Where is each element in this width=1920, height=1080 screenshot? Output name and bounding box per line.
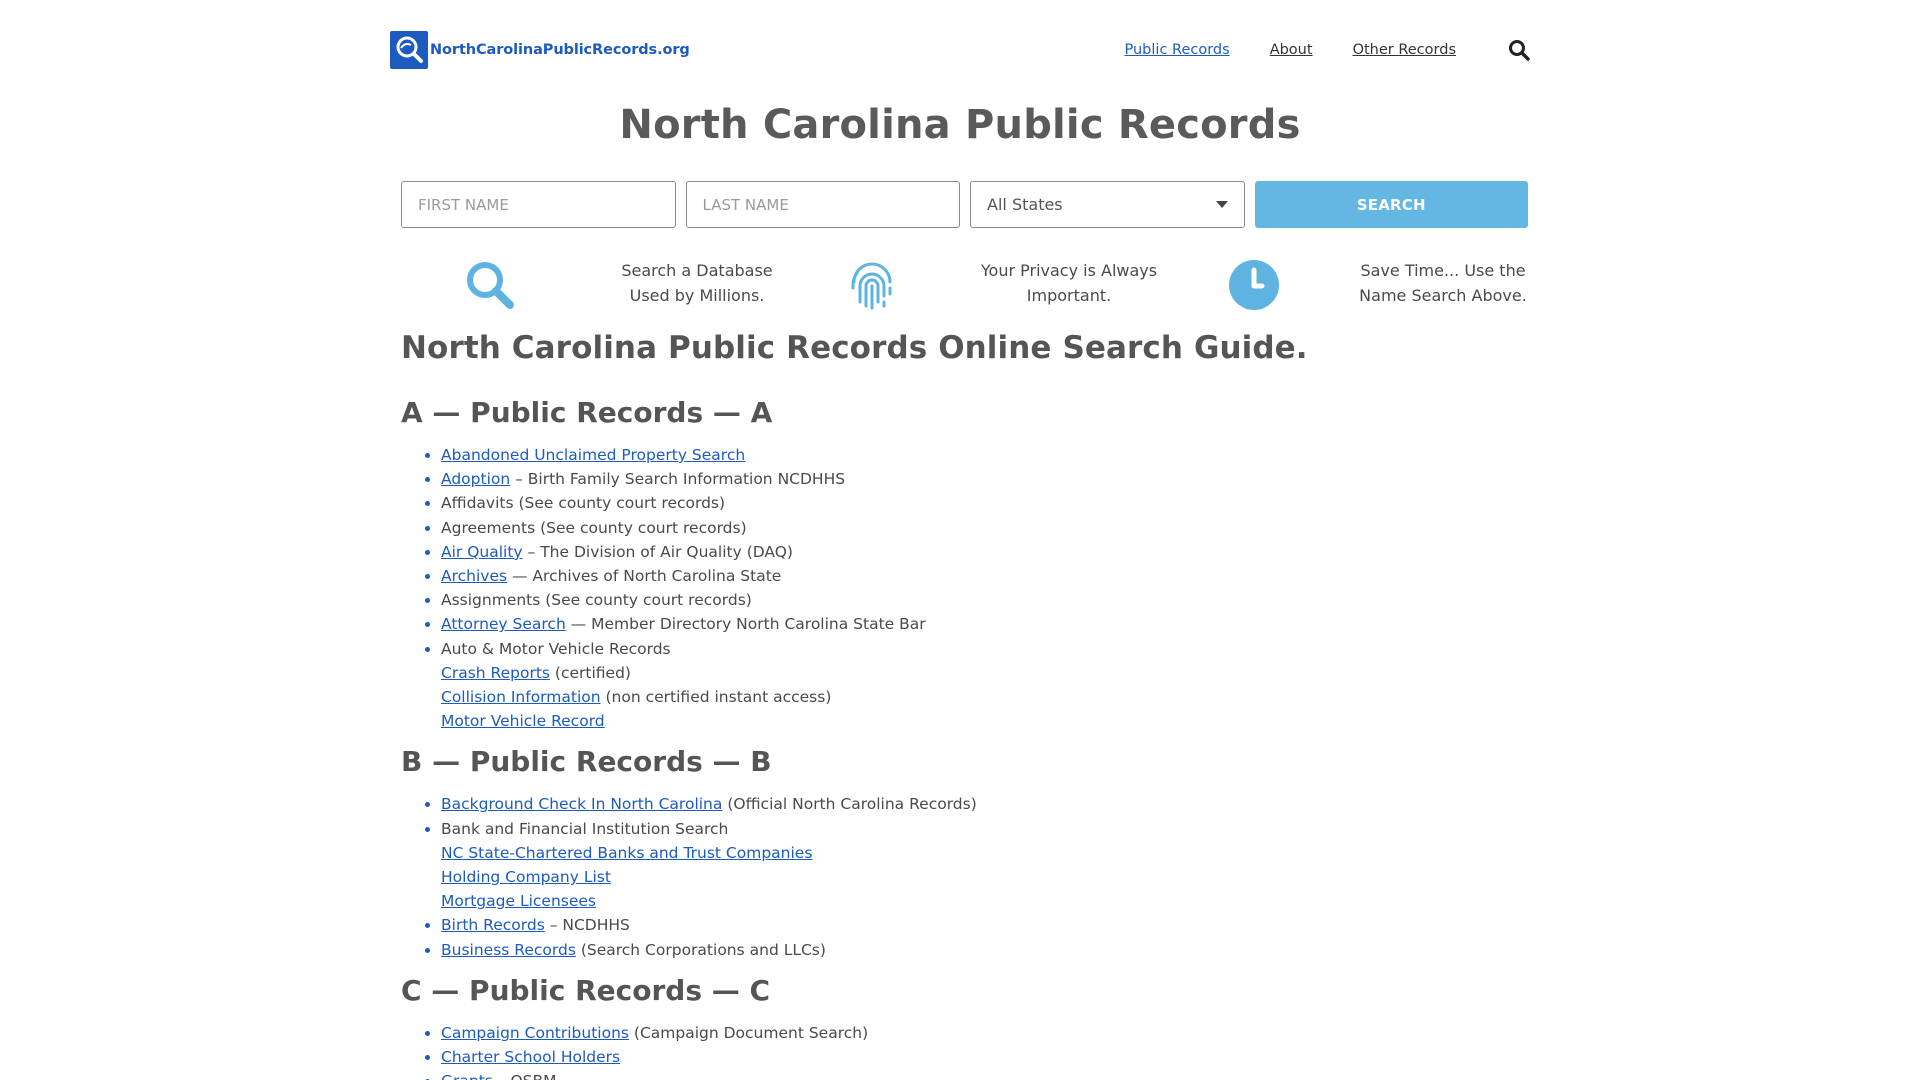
logo-icon [390, 31, 428, 69]
list-item: Grants – OSBM [441, 1069, 1528, 1080]
record-description: — Archives of North Carolina State [507, 567, 782, 586]
chevron-down-icon [1215, 201, 1228, 208]
site-header: NorthCarolinaPublicRecords.org Public Re… [390, 30, 1530, 74]
site-logo-link[interactable]: NorthCarolinaPublicRecords.org [390, 30, 690, 70]
record-link[interactable]: Birth Records [441, 916, 545, 934]
record-link[interactable]: Attorney Search [441, 615, 566, 633]
record-description: – OSBM [493, 1072, 557, 1080]
list-item: Holding Company List [441, 865, 1528, 889]
list-item: Motor Vehicle Record [441, 709, 1528, 733]
record-link[interactable]: Grants [441, 1072, 493, 1080]
records-sections: A — Public Records — A Abandoned Unclaime… [401, 396, 1528, 1080]
state-select-value: All States [987, 195, 1063, 214]
record-description: – The Division of Air Quality (DAQ) [522, 542, 793, 561]
record-link[interactable]: Collision Information [441, 688, 601, 706]
record-description: (certified) [549, 663, 631, 682]
record-link[interactable]: Campaign Contributions [441, 1024, 629, 1042]
page-title: North Carolina Public Records [619, 102, 1301, 148]
search-button[interactable]: SEARCH [1254, 181, 1529, 228]
records-list: Abandoned Unclaimed Property Search Adopt… [401, 443, 1528, 733]
magnifier-feature-icon [463, 258, 517, 316]
first-name-input[interactable] [401, 181, 676, 228]
state-select[interactable]: All States [970, 181, 1245, 228]
nav-other-records[interactable]: Other Records [1353, 42, 1456, 58]
feature-text-search: Search a Database Used by Millions. [621, 261, 773, 305]
section-title: A — Public Records — A [401, 396, 773, 429]
last-name-input[interactable] [685, 181, 961, 228]
list-item: Business Records (Search Corporations an… [441, 938, 1528, 962]
record-link[interactable]: Holding Company List [441, 868, 611, 886]
list-item: Background Check In North Carolina (Offi… [441, 792, 1528, 816]
record-description: Bank and Financial Institution Search [441, 819, 729, 838]
list-item: Adoption – Birth Family Search Informati… [441, 467, 1528, 491]
record-description: (Official North Carolina Records) [722, 795, 977, 814]
record-link[interactable]: Motor Vehicle Record [441, 712, 605, 730]
list-item: Agreements (See county court records) [441, 516, 1528, 540]
record-link[interactable]: Archives [441, 567, 507, 585]
page: NorthCarolinaPublicRecords.org Public Re… [0, 0, 1920, 1080]
section-title: C — Public Records — C [401, 973, 771, 1007]
list-item: Birth Records – NCDHHS [441, 913, 1528, 937]
list-item: Archives — Archives of North Carolina St… [441, 564, 1528, 588]
guide-title: North Carolina Public Records Online Sea… [401, 330, 1308, 366]
list-item: Charter School Holders [441, 1045, 1528, 1069]
nav-public-records[interactable]: Public Records [1125, 42, 1230, 58]
list-item: Affidavits (See county court records) [441, 491, 1528, 515]
record-description: Agreements (See county court records) [441, 518, 747, 537]
main-content: North Carolina Public Records Online Sea… [401, 330, 1528, 1080]
record-link[interactable]: Abandoned Unclaimed Property Search [441, 446, 745, 464]
record-description: Assignments (See county court records) [441, 591, 752, 610]
list-item: NC State-Chartered Banks and Trust Compa… [441, 841, 1528, 865]
clock-icon [1227, 258, 1281, 316]
record-link[interactable]: Business Records [441, 941, 576, 959]
logo-text: NorthCarolinaPublicRecords.org [430, 42, 690, 58]
list-item: Bank and Financial Institution Search [441, 817, 1528, 841]
feature-text-privacy: Your Privacy is Always Important. [980, 261, 1158, 305]
fingerprint-icon [845, 258, 899, 316]
section-title: B — Public Records — B [401, 745, 772, 779]
list-item: Crash Reports (certified) [441, 661, 1528, 685]
record-link[interactable]: Background Check In North Carolina [441, 795, 722, 813]
record-link[interactable]: Mortgage Licensees [441, 892, 596, 910]
list-item: Campaign Contributions (Campaign Documen… [441, 1021, 1528, 1045]
record-description: — Member Directory North Carolina State … [565, 615, 926, 634]
record-description: Affidavits (See county court records) [441, 494, 726, 513]
record-link[interactable]: Adoption [441, 470, 510, 488]
list-item: Assignments (See county court records) [441, 588, 1528, 612]
features-row: Search a Database Used by Millions. Your… [401, 256, 1528, 316]
nav-about[interactable]: About [1270, 42, 1313, 58]
record-description: Auto & Motor Vehicle Records [441, 639, 671, 658]
records-list: Campaign Contributions (Campaign Documen… [401, 1021, 1528, 1080]
list-item: Air Quality – The Division of Air Qualit… [441, 540, 1528, 564]
record-link[interactable]: NC State-Chartered Banks and Trust Compa… [441, 844, 812, 862]
list-item: Mortgage Licensees [441, 889, 1528, 913]
record-link[interactable]: Air Quality [441, 543, 523, 561]
feature-text-save-time: Save Time... Use the Name Search Above. [1359, 261, 1527, 305]
list-item: Auto & Motor Vehicle Records [441, 637, 1528, 661]
list-item: Collision Information (non certified ins… [441, 685, 1528, 709]
record-description: (Campaign Document Search) [628, 1023, 869, 1042]
record-description: – NCDHHS [544, 916, 630, 935]
record-link[interactable]: Crash Reports [441, 664, 550, 682]
record-description: – Birth Family Search Information NCDHHS [510, 470, 846, 489]
list-item: Abandoned Unclaimed Property Search [441, 443, 1528, 467]
record-description: (Search Corporations and LLCs) [575, 940, 826, 959]
search-icon[interactable] [1508, 39, 1530, 61]
main-nav: Public Records About Other Records [1085, 30, 1531, 70]
record-description: (non certified instant access) [600, 688, 832, 707]
records-list: Background Check In North Carolina (Offi… [401, 792, 1528, 961]
search-form: All States SEARCH [401, 181, 1529, 228]
record-link[interactable]: Charter School Holders [441, 1048, 620, 1066]
list-item: Attorney Search — Member Directory North… [441, 612, 1528, 636]
